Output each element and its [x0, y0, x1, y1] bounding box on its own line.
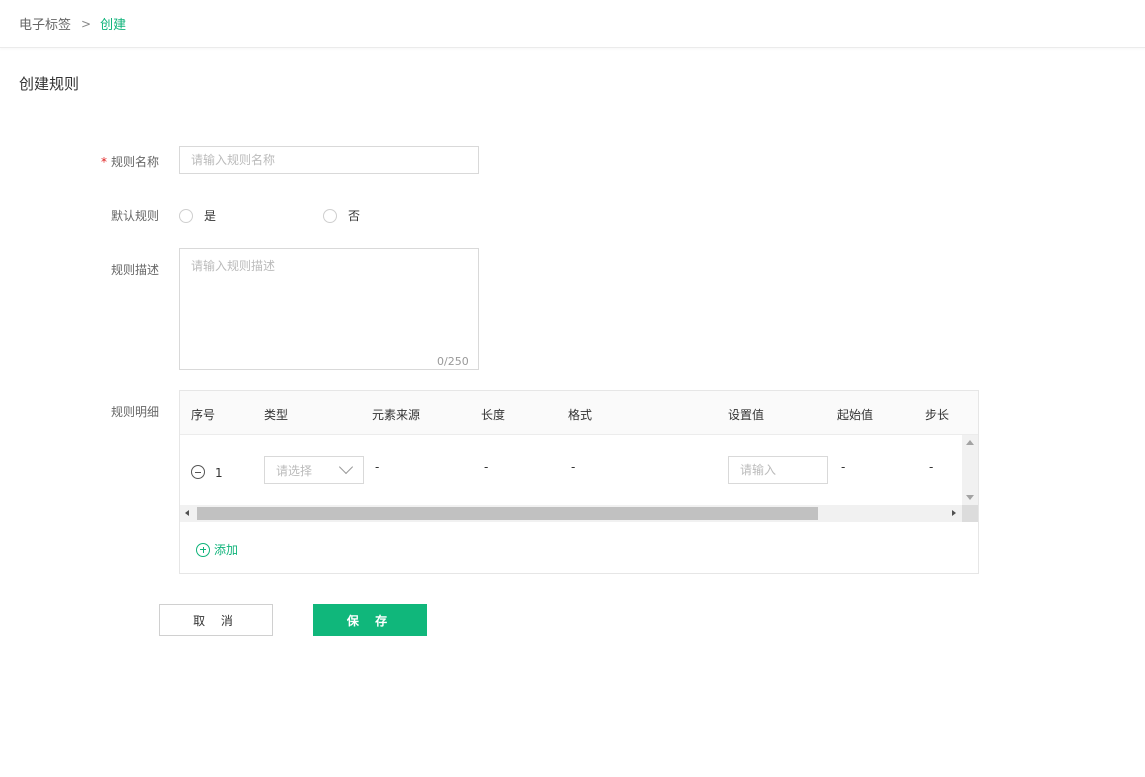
- chevron-down-icon: [338, 459, 354, 475]
- column-header-index: 序号: [191, 408, 216, 422]
- add-row-label: 添加: [214, 543, 239, 557]
- column-header-start: 起始值: [837, 408, 874, 422]
- scroll-down-arrow-icon[interactable]: [966, 495, 974, 500]
- table-header: 序号 类型 元素来源 长度 格式 设置值 起始值 步长: [180, 391, 978, 435]
- column-header-source: 元素来源: [372, 408, 421, 422]
- rule-name-label: * 规则名称: [59, 153, 159, 170]
- radio-circle-icon: [179, 208, 193, 223]
- rule-name-input[interactable]: [179, 146, 479, 174]
- scroll-right-arrow-icon[interactable]: [952, 510, 956, 516]
- column-header-value: 设置值: [728, 408, 765, 422]
- type-select-placeholder: 请选择: [276, 463, 313, 478]
- radio-no-label: 否: [348, 209, 361, 223]
- type-select[interactable]: 请选择: [264, 456, 364, 484]
- scroll-left-arrow-icon[interactable]: [185, 510, 189, 516]
- rule-detail-table: 序号 类型 元素来源 长度 格式 设置值 起始值 步长 1 请选择 - - - …: [179, 390, 979, 574]
- rule-detail-label: 规则明细: [110, 405, 159, 419]
- default-rule-label: 默认规则: [110, 209, 159, 223]
- radio-circle-icon: [323, 208, 337, 223]
- horizontal-scrollbar[interactable]: [180, 505, 962, 522]
- breadcrumb: 电子标签 > 创建: [0, 0, 1145, 48]
- breadcrumb-current: 创建: [100, 18, 127, 33]
- source-cell: -: [375, 460, 380, 474]
- page-title: 创建规则: [19, 75, 80, 93]
- rule-name-label-text: 规则名称: [110, 155, 159, 169]
- radio-yes-label: 是: [204, 209, 217, 223]
- scroll-up-arrow-icon[interactable]: [966, 440, 974, 445]
- format-cell: -: [571, 460, 576, 474]
- rule-description-textarea[interactable]: [179, 248, 479, 370]
- cancel-button[interactable]: 取 消: [159, 604, 273, 636]
- row-index: 1: [215, 466, 223, 480]
- save-button[interactable]: 保 存: [313, 604, 427, 636]
- default-rule-yes-radio[interactable]: 是: [179, 207, 216, 224]
- set-value-input[interactable]: [728, 456, 828, 484]
- table-row: 1 请选择 - - - - -: [180, 435, 962, 505]
- add-row-button[interactable]: 添加: [196, 541, 238, 558]
- plus-circle-icon: [196, 542, 210, 557]
- breadcrumb-root-link[interactable]: 电子标签: [19, 14, 71, 33]
- column-header-type: 类型: [264, 408, 289, 422]
- step-cell: -: [929, 460, 934, 474]
- column-header-length: 长度: [481, 408, 506, 422]
- horizontal-scroll-thumb[interactable]: [197, 507, 818, 520]
- breadcrumb-separator: >: [81, 16, 92, 31]
- default-rule-no-radio[interactable]: 否: [323, 207, 360, 224]
- vertical-scrollbar[interactable]: [962, 435, 978, 505]
- description-char-counter: 0/250: [437, 355, 469, 368]
- remove-row-icon[interactable]: [191, 465, 205, 479]
- length-cell: -: [484, 460, 489, 474]
- rule-description-label: 规则描述: [110, 263, 159, 277]
- scrollbar-corner: [962, 505, 978, 522]
- required-star: *: [100, 155, 107, 169]
- column-header-format: 格式: [568, 408, 593, 422]
- start-cell: -: [841, 460, 846, 474]
- column-header-step: 步长: [925, 408, 950, 422]
